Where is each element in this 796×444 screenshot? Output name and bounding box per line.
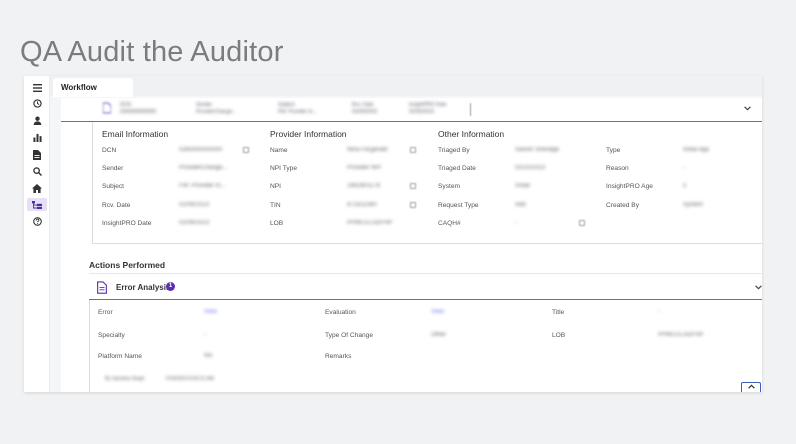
- view-error-link[interactable]: View: [204, 309, 217, 315]
- summary-subject: Subject FW: Provider In...: [278, 102, 317, 115]
- field-label: Type Of Change: [325, 332, 374, 339]
- field-label: Reason: [606, 165, 629, 172]
- email-info-heading: Email Information: [102, 129, 169, 139]
- field-label: NPI Type: [270, 165, 297, 172]
- page-title: QA Audit the Auditor: [20, 36, 284, 68]
- history-icon[interactable]: [27, 97, 47, 110]
- user-icon[interactable]: [27, 114, 47, 127]
- view-evaluation-link[interactable]: View: [431, 309, 444, 315]
- field-label: Remarks: [325, 353, 352, 360]
- field-value: 0260000000000: [179, 147, 223, 153]
- field-label: Request Type: [438, 202, 479, 209]
- field-value: Vistar: [515, 183, 531, 189]
- field-label: Type: [606, 147, 621, 154]
- field-value: PPMCCLSDFHP: [347, 220, 393, 226]
- copy-icon[interactable]: [410, 202, 416, 208]
- field-label: Error: [98, 309, 113, 316]
- field-label: Rcv. Date: [102, 202, 131, 209]
- summary-insightpro-date: InsightPRO Date 02/09/2023: [409, 102, 447, 115]
- summary-rcv-date: Rcv. Date 02/09/2023: [352, 102, 378, 115]
- field-value: -: [658, 309, 660, 315]
- bar-chart-icon[interactable]: [27, 131, 47, 144]
- audit-timestamp: 7/24/2023 8:50:21 AM: [165, 376, 214, 382]
- field-value: System: [683, 202, 704, 208]
- document-icon: [103, 102, 111, 114]
- field-label: InsightPRO Date: [102, 220, 152, 227]
- other-info-heading: Other Information: [438, 129, 505, 139]
- field-value: Nina Fitzgerald: [347, 147, 388, 153]
- error-analysis-title: Error Analysis: [116, 283, 171, 292]
- field-label: Title: [552, 309, 565, 316]
- chevron-up-icon: [747, 384, 755, 389]
- tab-bar: Workflow: [50, 76, 762, 97]
- workflow-icon[interactable]: [27, 198, 47, 211]
- error-analysis-header[interactable]: Error Analysis 1: [89, 273, 762, 300]
- copy-icon[interactable]: [243, 147, 249, 153]
- home-icon[interactable]: [27, 182, 47, 195]
- field-value: -: [515, 220, 517, 226]
- copy-icon[interactable]: [410, 183, 416, 189]
- field-label: DCN: [102, 147, 117, 154]
- field-value: PPMCCLSDFHP: [658, 332, 704, 338]
- copy-icon[interactable]: [410, 147, 416, 153]
- field-value: 5: [683, 183, 687, 189]
- field-value: NA: [204, 353, 213, 359]
- provider-info-heading: Provider Information: [270, 129, 347, 139]
- field-label: Sender: [102, 165, 124, 172]
- help-icon[interactable]: [27, 215, 47, 228]
- field-label: Evaluation: [325, 309, 356, 316]
- document-icon[interactable]: [27, 148, 47, 161]
- field-label: Created By: [606, 202, 639, 209]
- workflow-panel: DCN 0260000000000 Sender ProviderChange...…: [61, 98, 762, 392]
- field-value: ProviderChange...: [179, 165, 228, 171]
- document-details: Email Information DCN 0260000000000 Send…: [92, 122, 762, 244]
- chevron-down-icon[interactable]: [744, 106, 751, 111]
- audit-user: By Sanisha Singh: [105, 376, 145, 382]
- document-icon: [97, 281, 107, 294]
- field-value: -: [683, 165, 685, 171]
- count-badge: 1: [166, 282, 175, 291]
- field-label: Subject: [102, 183, 124, 190]
- menu-icon[interactable]: [27, 81, 47, 94]
- scroll-to-top-button[interactable]: [741, 382, 761, 392]
- field-label: Platform Name: [98, 353, 142, 360]
- main-content: Workflow DCN 0260000000000 Sender Provider…: [50, 76, 762, 392]
- field-label: InsightPRO Age: [606, 183, 653, 190]
- field-value: 02/09/2023: [179, 220, 210, 226]
- error-analysis-body: Error View Evaluation View Title - Speci…: [89, 300, 762, 392]
- summary-sender: Sender ProviderChange...: [196, 102, 237, 115]
- document-summary-header[interactable]: DCN 0260000000000 Sender ProviderChange...…: [61, 98, 762, 122]
- tab-workflow[interactable]: Workflow: [53, 78, 133, 97]
- field-label: Specialty: [98, 332, 125, 339]
- divider: [470, 103, 471, 116]
- field-label: CAQH#: [438, 220, 461, 227]
- field-value: Provider NPI: [347, 165, 382, 171]
- field-value: Other: [431, 332, 447, 338]
- field-value: Sanish Shendge: [515, 147, 560, 153]
- field-value: 871811560: [347, 202, 377, 208]
- actions-heading: Actions Performed: [89, 260, 166, 270]
- field-value: 02/09/2023: [179, 202, 210, 208]
- field-label: Triaged By: [438, 147, 470, 154]
- field-label: Triaged Date: [438, 165, 476, 172]
- field-label: NPI: [270, 183, 281, 190]
- chevron-down-icon[interactable]: [755, 285, 762, 290]
- nav-rail: [24, 76, 50, 392]
- field-value: Add: [515, 202, 526, 208]
- summary-dcn: DCN 0260000000000: [120, 102, 157, 115]
- field-value: FW: Provider In...: [179, 183, 226, 189]
- field-label: System: [438, 183, 460, 190]
- field-value: Initial App: [683, 147, 710, 153]
- field-label: TIN: [270, 202, 281, 209]
- field-label: LOB: [552, 332, 566, 339]
- field-value: -: [204, 332, 206, 338]
- copy-icon[interactable]: [579, 220, 585, 226]
- field-label: Name: [270, 147, 288, 154]
- field-value: 02/10/2023: [515, 165, 546, 171]
- app-window: Workflow DCN 0260000000000 Sender Provider…: [24, 76, 762, 392]
- field-label: LOB: [270, 220, 284, 227]
- search-icon[interactable]: [27, 165, 47, 178]
- field-value: 1982801178: [347, 183, 380, 189]
